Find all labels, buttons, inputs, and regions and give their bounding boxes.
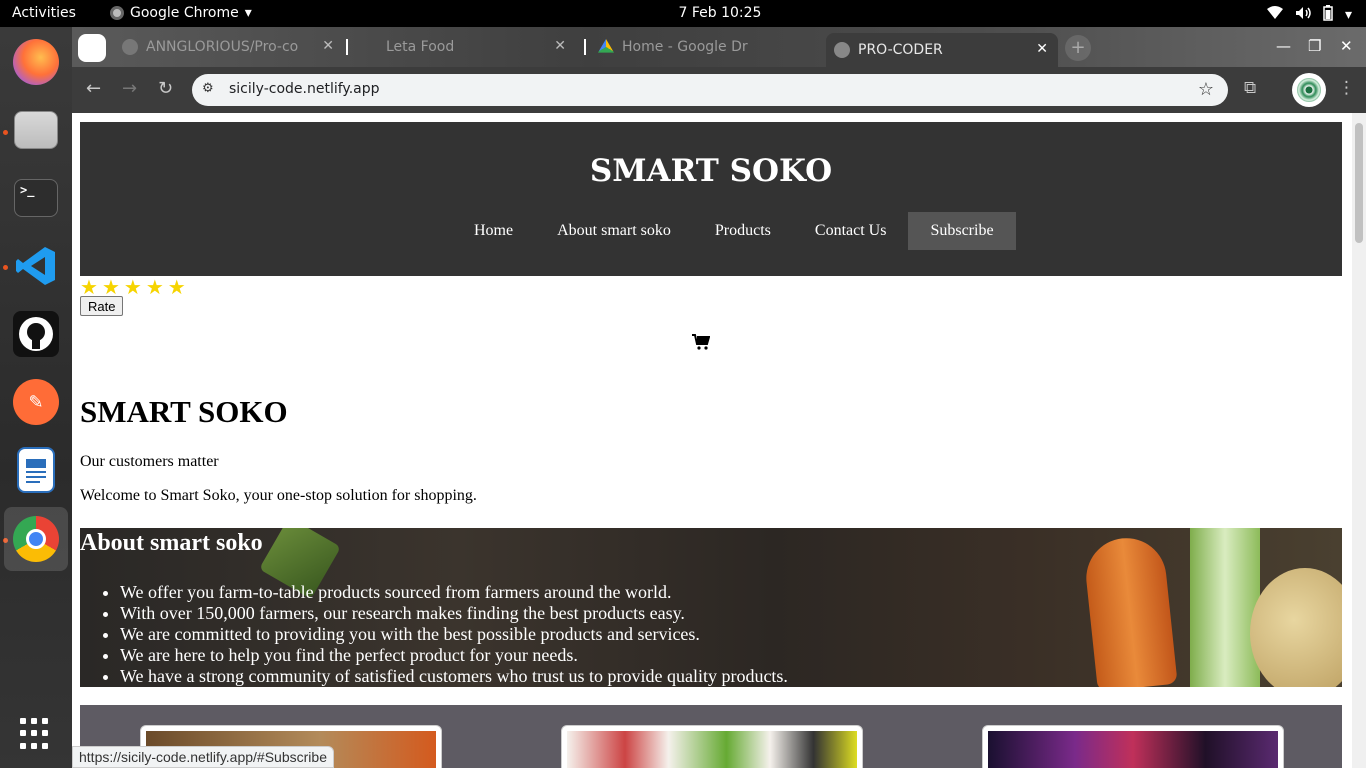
- menu-kebab-icon[interactable]: ⋮: [1338, 78, 1355, 98]
- dock-github-desktop[interactable]: [4, 302, 68, 366]
- forward-button[interactable]: →: [122, 79, 137, 99]
- about-section: About smart soko We offer you farm-to-ta…: [80, 528, 1342, 687]
- address-bar[interactable]: ⚙ sicily-code.netlify.app ☆: [192, 74, 1228, 106]
- show-apps-icon[interactable]: [20, 718, 52, 750]
- tab-strip: ANNGLORIOUS/Pro-co ✕ Leta Food ✕ Home - …: [72, 27, 1366, 67]
- list-item: We offer you farm-to-table products sour…: [120, 582, 788, 603]
- close-tab-icon[interactable]: ✕: [1036, 41, 1048, 57]
- list-item: We are here to help you find the perfect…: [120, 645, 788, 666]
- nav-about[interactable]: About smart soko: [535, 212, 693, 250]
- page-viewport: SMART SOKO Home About smart soko Product…: [72, 113, 1366, 768]
- netlify-icon: [834, 42, 850, 58]
- dock-postman[interactable]: ✎: [4, 370, 68, 434]
- tab-title: Leta Food: [386, 39, 455, 55]
- system-top-bar: Activities Google Chrome ▾ 7 Feb 10:25 ▾: [0, 0, 1366, 27]
- chrome-window: ANNGLORIOUS/Pro-co ✕ Leta Food ✕ Home - …: [72, 27, 1366, 768]
- background-image: [1250, 568, 1342, 687]
- product-image: [988, 731, 1278, 768]
- new-tab-button[interactable]: +: [1065, 35, 1091, 61]
- dock: >_ ✎: [0, 27, 72, 768]
- product-card[interactable]: [561, 725, 863, 768]
- files-icon: [14, 111, 58, 149]
- background-image: [1190, 528, 1260, 687]
- scrollbar-thumb[interactable]: [1355, 123, 1363, 243]
- tab-github[interactable]: ANNGLORIOUS/Pro-co ✕: [114, 33, 344, 61]
- close-window-button[interactable]: ✕: [1340, 37, 1353, 55]
- dock-files[interactable]: [4, 98, 68, 162]
- vscode-icon: [13, 243, 59, 289]
- tab-separator: [584, 39, 586, 55]
- system-tray[interactable]: ▾: [1266, 5, 1352, 25]
- clock[interactable]: 7 Feb 10:25: [0, 5, 1366, 21]
- tab-title: Home - Google Dr: [622, 39, 748, 55]
- dock-chrome[interactable]: [4, 507, 68, 571]
- tab-title: ANNGLORIOUS/Pro-co: [146, 39, 299, 55]
- tab-search-button[interactable]: [78, 34, 106, 62]
- wifi-icon: [1266, 6, 1283, 24]
- writer-icon: [17, 447, 55, 493]
- battery-icon: [1323, 5, 1333, 25]
- tab-separator: [346, 39, 348, 55]
- star-icon[interactable]: ★: [80, 277, 98, 297]
- nav-subscribe[interactable]: Subscribe: [908, 212, 1016, 250]
- product-card[interactable]: [982, 725, 1284, 768]
- browser-toolbar: ← → ↻ ⚙ sicily-code.netlify.app ☆ ⧉ ⋮: [72, 67, 1366, 113]
- chrome-icon: [13, 516, 59, 562]
- maximize-button[interactable]: ❐: [1308, 37, 1321, 55]
- drive-icon: [598, 39, 614, 53]
- tagline: Our customers matter: [80, 453, 219, 470]
- github-icon: [122, 39, 138, 55]
- bookmark-star-icon[interactable]: ☆: [1198, 79, 1214, 100]
- tab-leta-food[interactable]: Leta Food ✕: [354, 33, 576, 61]
- star-icon[interactable]: ★: [102, 277, 120, 297]
- minimize-button[interactable]: —: [1276, 37, 1291, 55]
- dock-vscode[interactable]: [4, 234, 68, 298]
- page-heading: SMART SOKO: [80, 394, 288, 429]
- close-tab-icon[interactable]: ✕: [322, 38, 334, 54]
- github-icon: [13, 311, 59, 357]
- star-icon[interactable]: ★: [124, 277, 142, 297]
- about-title: About smart soko: [80, 530, 263, 556]
- terminal-icon: >_: [14, 179, 58, 217]
- cart-icon[interactable]: [692, 334, 711, 355]
- tab-title: PRO-CODER: [858, 42, 943, 58]
- tab-google-drive[interactable]: Home - Google Dr: [590, 33, 820, 61]
- url-text: sicily-code.netlify.app: [229, 81, 380, 97]
- globe-icon: [362, 39, 378, 55]
- avatar-image: [1297, 78, 1321, 102]
- list-item: We have a strong community of satisfied …: [120, 666, 788, 687]
- background-image: [1082, 534, 1178, 687]
- nav-products[interactable]: Products: [693, 212, 793, 250]
- star-icon[interactable]: ★: [146, 277, 164, 297]
- close-tab-icon[interactable]: ✕: [554, 38, 566, 54]
- about-list: We offer you farm-to-table products sour…: [120, 582, 788, 687]
- extensions-icon[interactable]: ⧉: [1244, 78, 1256, 98]
- nav-contact[interactable]: Contact Us: [793, 212, 909, 250]
- firefox-icon: [13, 39, 59, 85]
- link-status-bar: https://sicily-code.netlify.app/#Subscri…: [72, 746, 334, 768]
- tab-pro-coder[interactable]: PRO-CODER ✕: [826, 33, 1058, 67]
- product-image: [567, 731, 857, 768]
- site-brand: SMART SOKO: [589, 153, 833, 189]
- dock-writer[interactable]: [4, 438, 68, 502]
- dock-terminal[interactable]: >_: [4, 166, 68, 230]
- postman-icon: ✎: [13, 379, 59, 425]
- site-info-icon[interactable]: ⚙: [202, 81, 220, 99]
- star-icon[interactable]: ★: [168, 277, 186, 297]
- list-item: With over 150,000 farmers, our research …: [120, 603, 788, 624]
- star-rating[interactable]: ★ ★ ★ ★ ★: [80, 277, 186, 297]
- site-header: SMART SOKO Home About smart soko Product…: [80, 122, 1342, 276]
- back-button[interactable]: ←: [86, 79, 101, 99]
- rate-button[interactable]: Rate: [80, 296, 124, 316]
- list-item: We are committed to providing you with t…: [120, 624, 788, 645]
- power-menu-icon: ▾: [1344, 7, 1352, 23]
- reload-button[interactable]: ↻: [158, 79, 173, 99]
- dock-firefox[interactable]: [4, 30, 68, 94]
- site-nav: Home About smart soko Products Contact U…: [452, 212, 1016, 250]
- welcome-text: Welcome to Smart Soko, your one-stop sol…: [80, 487, 477, 504]
- page-scrollbar[interactable]: [1352, 113, 1366, 768]
- profile-avatar[interactable]: [1292, 73, 1326, 107]
- volume-icon: [1295, 6, 1311, 24]
- nav-home[interactable]: Home: [452, 212, 535, 250]
